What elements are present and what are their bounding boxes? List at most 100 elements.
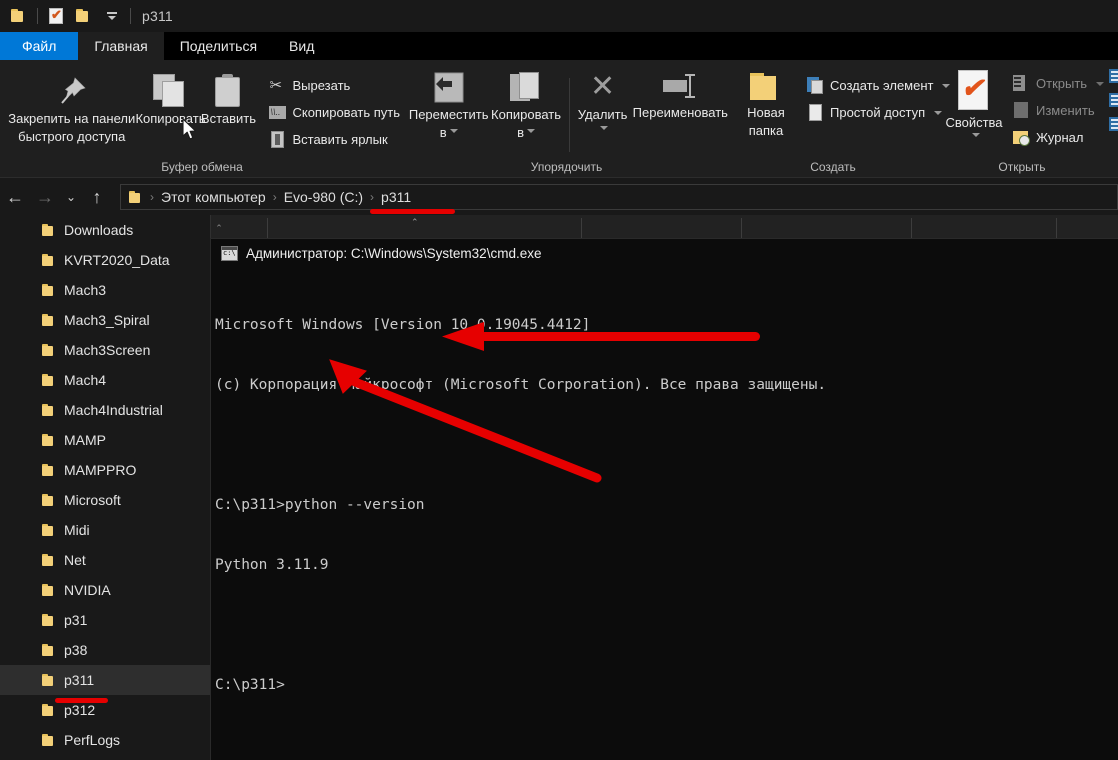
history-button[interactable]: Журнал [1009,124,1108,151]
quick-access-new-folder-icon[interactable] [71,3,97,29]
folder-icon [11,9,27,23]
console-output[interactable]: Microsoft Windows [Version 10.0.19045.44… [211,267,1118,735]
select-none-icon[interactable] [1109,92,1118,109]
folder-icon [42,224,55,236]
rename-button[interactable]: Переименовать [632,70,729,122]
tab-home[interactable]: Главная [78,32,164,60]
nav-item-microsoft[interactable]: Microsoft [0,485,210,515]
nav-item-p311[interactable]: p311 [0,665,210,695]
quick-access-folder-icon[interactable] [6,3,32,29]
delete-button[interactable]: ✕ Удалить [574,70,632,132]
folder-icon [42,584,55,596]
column-divider-3[interactable] [911,218,912,238]
nav-item-downloads[interactable]: Downloads [0,215,210,245]
rename-label: Переименовать [632,105,728,120]
nav-item-mamp[interactable]: MAMP [0,425,210,455]
nav-item-midi[interactable]: Midi [0,515,210,545]
breadcrumb-separator-2[interactable]: › [370,190,374,204]
console-line-1: (c) Корпорация Майкрософт (Microsoft Cor… [215,377,827,393]
new-group-label: Создать [810,160,856,174]
properties-button[interactable]: ✔ Свойства [945,68,1003,139]
easy-access-button[interactable]: Простой доступ [803,99,954,126]
copy-path-button-label: Скопировать путь [292,105,400,120]
rename-icon [662,72,698,102]
nav-item-mach3screen[interactable]: Mach3Screen [0,335,210,365]
open-icon [1013,75,1030,92]
properties-caret-icon [971,133,980,137]
paste-shortcut-button[interactable]: Вставить ярлык [265,126,404,153]
breadcrumb[interactable]: › Этот компьютер › Evo-980 (C:) › p311 [120,184,1118,210]
tab-share[interactable]: Поделиться [164,32,273,60]
tab-file[interactable]: Файл [0,32,79,60]
copy-path-button[interactable]: \\.. Скопировать путь [265,99,404,126]
nav-item-mach4[interactable]: Mach4 [0,365,210,395]
nav-item-p312[interactable]: p312 [0,695,210,725]
open-button[interactable]: Открыть [1009,70,1108,97]
invert-selection-icon[interactable] [1109,116,1118,133]
nav-item-label: Mach4Industrial [64,402,163,418]
up-button[interactable]: ↑ [82,183,112,211]
console-line-2 [215,435,1118,455]
history-label: Журнал [1036,130,1084,145]
nav-item-label: p38 [64,642,88,658]
console-title-bar[interactable]: Администратор: C:\Windows\System32\cmd.e… [211,239,1118,267]
paste-button[interactable]: Вставить [199,66,257,128]
tab-view[interactable]: Вид [273,32,330,60]
back-button[interactable]: ← [0,183,30,211]
open-small-buttons: Открыть Изменить Журнал [1009,70,1108,151]
navigation-pane[interactable]: Downloads KVRT2020_Data Mach3 Mach3_Spir… [0,215,210,760]
edit-button[interactable]: Изменить [1009,97,1108,124]
breadcrumb-item-0[interactable]: Этот компьютер [158,189,269,205]
explorer-window: p311 Файл Главная Поделиться Вид [0,0,1118,760]
nav-item-label: MAMP [64,432,106,448]
pin-to-quick-access-button[interactable]: Закрепить на панели быстрого доступа [2,66,141,146]
command-prompt-window[interactable]: Администратор: C:\Windows\System32\cmd.e… [210,238,1118,760]
nav-item-mach3[interactable]: Mach3 [0,275,210,305]
new-small-buttons: Создать элемент Простой доступ [803,72,954,126]
quick-access-properties-icon[interactable] [43,3,69,29]
clipboard-group-label: Буфер обмена [161,160,243,174]
nav-item-p31[interactable]: p31 [0,605,210,635]
new-folder-label-1: Новая [747,105,785,120]
folder-icon [42,344,55,356]
select-all-icon[interactable] [1109,68,1118,85]
nav-item-p38[interactable]: p38 [0,635,210,665]
move-to-button[interactable]: Переместить в [409,70,489,142]
paste-shortcut-icon [269,131,286,148]
cut-button[interactable]: ✂ Вырезать [265,72,404,99]
nav-item-label: Downloads [64,222,134,238]
new-item-button[interactable]: Создать элемент [803,72,954,99]
title-bar-divider [37,8,38,24]
copy-to-button[interactable]: Копировать в [487,70,564,142]
history-icon [1013,129,1030,146]
quick-access-customize-button[interactable] [99,3,125,29]
nav-item-mamppro[interactable]: MAMPPRO [0,455,210,485]
ribbon: Закрепить на панели быстрого доступа Коп… [0,60,1118,178]
nav-item-label: Microsoft [64,492,121,508]
nav-item-mach4industrial[interactable]: Mach4Industrial [0,395,210,425]
breadcrumb-separator-1[interactable]: › [273,190,277,204]
nav-item-perflogs[interactable]: PerfLogs [0,725,210,755]
nav-item-mach3-spiral[interactable]: Mach3_Spiral [0,305,210,335]
nav-item-net[interactable]: Net [0,545,210,575]
column-divider-2[interactable] [741,218,742,238]
nav-item-nvidia[interactable]: NVIDIA [0,575,210,605]
column-divider-4[interactable] [1056,218,1057,238]
column-divider-0[interactable] [267,218,268,238]
recent-locations-button[interactable]: ⌄ [60,183,82,211]
new-folder-button[interactable]: Новая папка [737,70,795,140]
breadcrumb-item-2[interactable]: p311 [378,189,414,205]
nav-item-label: p311 [64,672,95,688]
nav-item-kvrt2020-data[interactable]: KVRT2020_Data [0,245,210,275]
breadcrumb-item-1[interactable]: Evo-980 (C:) [281,189,366,205]
column-divider-1[interactable] [581,218,582,238]
paste-icon [213,74,243,108]
open-caret-icon [1096,81,1105,86]
delete-caret-icon [600,126,609,130]
nav-item-label: Mach3Screen [64,342,151,358]
scissors-icon: ✂ [269,77,283,94]
folder-icon [42,314,55,326]
sort-indicator-icon: ⌃ [411,217,419,227]
forward-button[interactable]: → [30,183,60,211]
pin-icon [55,74,89,108]
